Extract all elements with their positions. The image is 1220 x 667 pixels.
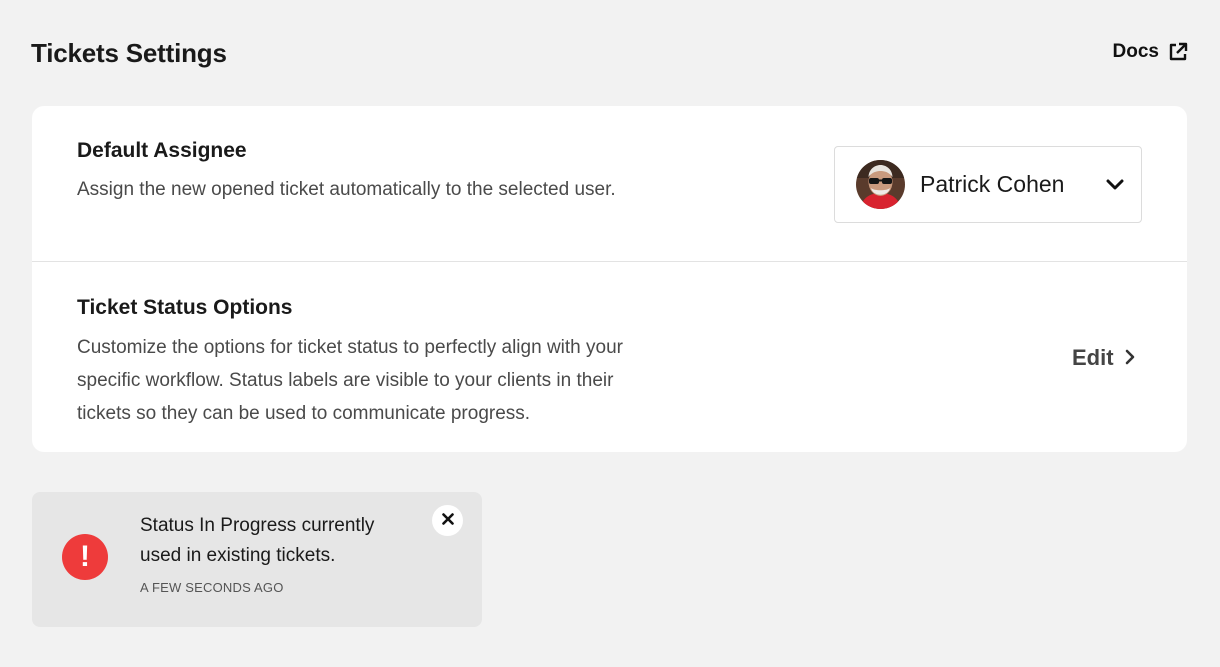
settings-card: Default Assignee Assign the new opened t… [32,106,1187,452]
edit-label: Edit [1072,345,1114,370]
error-toast: ! Status In Progress currently used in e… [32,492,482,627]
assignee-select[interactable]: Patrick Cohen [834,146,1142,223]
external-link-icon [1168,42,1188,62]
status-options-description: Customize the options for ticket status … [77,337,623,424]
docs-link[interactable]: Docs [1113,41,1188,63]
status-options-title: Ticket Status Options [77,296,293,319]
avatar [856,160,905,209]
exclamation-icon: ! [62,534,108,580]
page-title: Tickets Settings [31,38,227,68]
status-options-section: Ticket Status Options Customize the opti… [32,262,1187,452]
toast-timestamp: A FEW SECONDS AGO [140,580,284,595]
default-assignee-section: Default Assignee Assign the new opened t… [32,106,1187,262]
close-icon [441,512,454,530]
docs-label: Docs [1112,41,1159,62]
assignee-name: Patrick Cohen [920,171,1065,197]
default-assignee-description: Assign the new opened ticket automatical… [77,179,616,200]
close-button[interactable] [432,505,463,536]
default-assignee-title: Default Assignee [77,139,247,162]
edit-status-options-button[interactable]: Edit [1072,345,1136,371]
chevron-right-icon [1124,345,1136,371]
chevron-down-icon [1106,176,1124,199]
toast-message: Status In Progress currently used in exi… [140,515,375,566]
